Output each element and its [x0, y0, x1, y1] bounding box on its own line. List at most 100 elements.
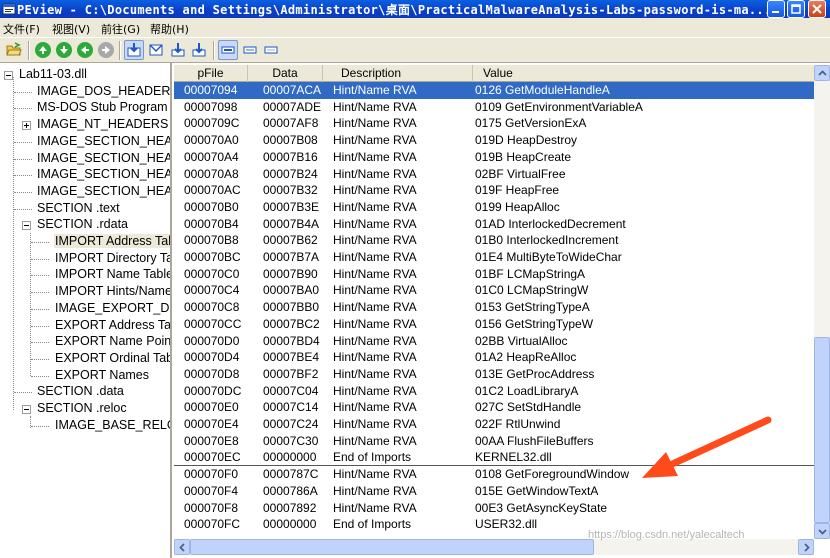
view-detail-button[interactable] [242, 42, 258, 58]
table-row[interactable]: 000070CC 00007BC2 Hint/Name RVA 0156 GetStr… [174, 316, 814, 333]
cell-data: 00007BC2 [263, 316, 320, 331]
menu-help[interactable]: 帮助(H) [150, 21, 189, 37]
cell-description: Hint/Name RVA [333, 199, 417, 214]
table-row[interactable]: 000070C4 00007BA0 Hint/Name RVA 01C0 LCMapS… [174, 282, 814, 299]
go-back-button[interactable] [77, 42, 93, 58]
maximize-button[interactable] [787, 0, 805, 18]
table-row[interactable]: 000070A4 00007B16 Hint/Name RVA 019B HeapCr… [174, 149, 814, 166]
chevron-left-icon [179, 543, 185, 552]
table-row[interactable]: 000070EC 00000000 End of Imports KERNEL32.d… [174, 449, 814, 466]
list-pane[interactable]: pFile Data Description Value 00007094 000… [174, 63, 830, 558]
collapse-icon[interactable] [22, 405, 31, 414]
view-byte-button[interactable] [124, 40, 144, 60]
cell-value: 027C SetStdHandle [475, 400, 582, 415]
tree-item[interactable]: SECTION .rdata [0, 217, 170, 234]
table-row[interactable]: 000070F8 00007892 Hint/Name RVA 00E3 GetAsy… [174, 500, 814, 517]
tree-item[interactable]: IMAGE_BASE_RELO [0, 418, 170, 435]
table-row[interactable]: 000070D0 00007BD4 Hint/Name RVA 02BB Virtua… [174, 333, 814, 350]
table-row[interactable]: 000070DC 00007C04 Hint/Name RVA 01C2 LoadLi… [174, 383, 814, 400]
go-down-button[interactable] [56, 42, 72, 58]
table-row[interactable]: 000070A0 00007B08 Hint/Name RVA 019D HeapDe… [174, 132, 814, 149]
cell-description: Hint/Name RVA [333, 383, 417, 398]
minimize-button[interactable] [767, 0, 785, 18]
table-row[interactable]: 000070E4 00007C24 Hint/Name RVA 022F RtlUnw… [174, 416, 814, 433]
tree-item[interactable]: SECTION .data [0, 384, 170, 401]
cell-pfile: 000070A0 [184, 133, 239, 148]
scroll-thumb[interactable] [814, 337, 830, 523]
view-tile-button[interactable] [263, 42, 279, 58]
table-row[interactable]: 000070AC 00007B32 Hint/Name RVA 019F HeapFr… [174, 182, 814, 199]
cell-value: 0153 GetStringTypeA [475, 300, 590, 315]
tree-item[interactable]: IMAGE_NT_HEADERS [0, 117, 170, 134]
cell-description: Hint/Name RVA [333, 166, 417, 181]
collapse-icon[interactable] [22, 221, 31, 231]
table-row[interactable]: 00007098 00007ADE Hint/Name RVA 0109 GetEnv… [174, 99, 814, 116]
collapse-icon[interactable] [4, 71, 13, 80]
column-header-description[interactable]: Description [323, 65, 473, 82]
table-row[interactable]: 000070D4 00007BE4 Hint/Name RVA 01A2 HeapRe… [174, 349, 814, 366]
cell-value: 019B HeapCreate [475, 149, 572, 164]
tree-item[interactable]: IMAGE_SECTION_HEAI [0, 151, 170, 168]
cell-value: KERNEL32.dll [475, 450, 552, 465]
table-row[interactable]: 000070B8 00007B62 Hint/Name RVA 01B0 Interl… [174, 232, 814, 249]
menu-go[interactable]: 前往(G) [101, 21, 140, 37]
go-up-button[interactable] [35, 42, 51, 58]
chevron-up-icon [818, 70, 827, 76]
toolbar-separator [28, 41, 30, 60]
cell-pfile: 000070A4 [184, 149, 239, 164]
scroll-right-button[interactable] [798, 539, 814, 555]
tree-item[interactable]: MS-DOS Stub Program [0, 100, 170, 117]
tree-item[interactable]: SECTION .text [0, 201, 170, 218]
view-word-button[interactable] [148, 42, 164, 58]
view-qword-button[interactable] [191, 42, 207, 58]
table-row[interactable]: 000070E8 00007C30 Hint/Name RVA 00AA FlushF… [174, 433, 814, 450]
tree-item-root[interactable]: Lab11-03.dll [0, 67, 170, 84]
app-icon[interactable] [2, 2, 16, 16]
table-row[interactable]: 000070D8 00007BF2 Hint/Name RVA 013E GetPro… [174, 366, 814, 383]
tree-item[interactable]: IMPORT Directory Ta [0, 251, 170, 268]
vertical-scrollbar[interactable] [814, 65, 830, 539]
close-button[interactable] [808, 0, 826, 18]
tree-pane[interactable]: Lab11-03.dll IMAGE_DOS_HEADER MS-DOS Stu… [0, 63, 172, 558]
table-row[interactable]: 000070B4 00007B4A Hint/Name RVA 01AD Interl… [174, 216, 814, 233]
scroll-up-button[interactable] [814, 65, 830, 81]
tree-item[interactable]: SECTION .reloc [0, 401, 170, 418]
table-row[interactable]: 000070B0 00007B3E Hint/Name RVA 0199 HeapAl… [174, 199, 814, 216]
table-row[interactable]: 000070C8 00007BB0 Hint/Name RVA 0153 GetStr… [174, 299, 814, 316]
go-forward-button[interactable] [98, 42, 114, 58]
tree-item[interactable]: IMAGE_EXPORT_DIF [0, 301, 170, 318]
tree-item[interactable]: EXPORT Ordinal Tab [0, 351, 170, 368]
tree-item[interactable]: IMAGE_DOS_HEADER [0, 84, 170, 101]
tree-item[interactable]: EXPORT Address Ta [0, 318, 170, 335]
scroll-thumb[interactable] [190, 539, 594, 555]
view-dword-button[interactable] [170, 42, 186, 58]
menu-view[interactable]: 视图(V) [52, 21, 90, 37]
table-row[interactable]: 0000709C 00007AF8 Hint/Name RVA 0175 GetVer… [174, 115, 814, 132]
column-header-pfile[interactable]: pFile [174, 65, 248, 82]
scroll-left-button[interactable] [174, 539, 190, 555]
tree-item[interactable]: IMAGE_SECTION_HEAI [0, 167, 170, 184]
open-file-button[interactable] [6, 42, 22, 58]
tree-item[interactable]: IMPORT Hints/Name [0, 284, 170, 301]
table-row-selected[interactable]: 00007094 00007ACA Hint/Name RVA 0126 GetMod… [174, 82, 814, 99]
menu-file[interactable]: 文件(F) [3, 21, 40, 37]
table-row[interactable]: 000070F4 0000786A Hint/Name RVA 015E GetWin… [174, 483, 814, 500]
table-row[interactable]: 000070BC 00007B7A Hint/Name RVA 01E4 MultiB… [174, 249, 814, 266]
table-row[interactable]: 000070F0 0000787C Hint/Name RVA 0108 GetFor… [174, 466, 814, 483]
tree-item-selected[interactable]: IMPORT Address Tab [0, 234, 170, 251]
view-list-button[interactable] [218, 40, 238, 60]
column-header-value[interactable]: Value [473, 65, 814, 82]
tree-item[interactable]: EXPORT Name Point [0, 334, 170, 351]
cell-description: Hint/Name RVA [333, 183, 417, 198]
tree-item[interactable]: EXPORT Names [0, 368, 170, 385]
tree-item[interactable]: IMAGE_SECTION_HEAI [0, 184, 170, 201]
tree-item[interactable]: IMPORT Name Table [0, 267, 170, 284]
expand-icon[interactable] [22, 121, 31, 131]
table-row[interactable]: 000070E0 00007C14 Hint/Name RVA 027C SetStd… [174, 399, 814, 416]
horizontal-scrollbar[interactable] [174, 539, 814, 555]
table-row[interactable]: 000070A8 00007B24 Hint/Name RVA 02BF Virtua… [174, 166, 814, 183]
table-row[interactable]: 000070C0 00007B90 Hint/Name RVA 01BF LCMapS… [174, 266, 814, 283]
tree-item[interactable]: IMAGE_SECTION_HEAI [0, 134, 170, 151]
column-header-data[interactable]: Data [248, 65, 323, 82]
scroll-down-button[interactable] [814, 523, 830, 539]
